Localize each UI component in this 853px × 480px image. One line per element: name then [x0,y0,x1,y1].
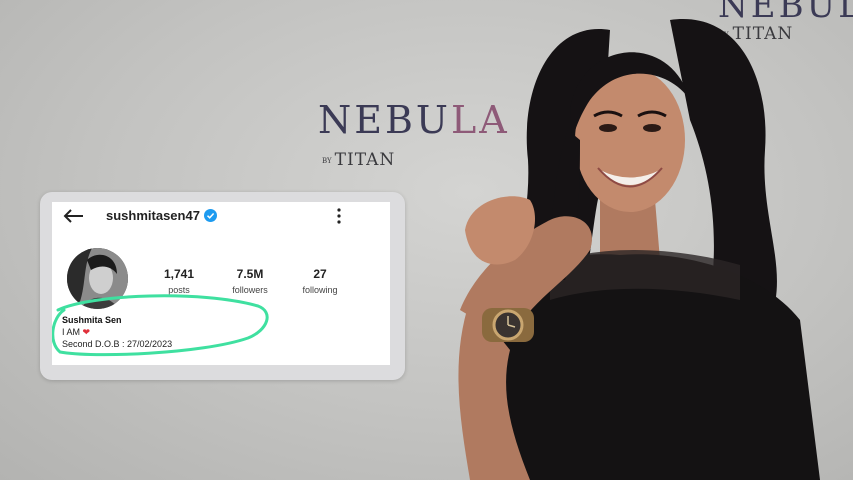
person-photo [458,19,820,480]
avatar[interactable] [67,248,128,309]
instagram-profile-screenshot: sushmitasen47 1,741 posts 7.5M followers… [52,202,390,365]
profile-username: sushmitasen47 [106,208,200,223]
back-arrow-icon[interactable] [62,208,84,224]
stat-followers[interactable]: 7.5M followers [215,267,285,295]
stat-posts[interactable]: 1,741 posts [144,267,214,295]
profile-bio-dob: Second D.O.B : 27/02/2023 [62,339,173,349]
profile-display-name: Sushmita Sen [62,315,122,325]
verified-badge-icon [204,209,217,222]
brand-sublogo: BY TITAN [322,150,396,170]
heart-icon: ❤ [82,327,91,337]
more-options-icon[interactable] [335,207,343,225]
stat-following[interactable]: 27 following [285,267,355,295]
profile-bio: I AM ❤ [62,327,91,337]
